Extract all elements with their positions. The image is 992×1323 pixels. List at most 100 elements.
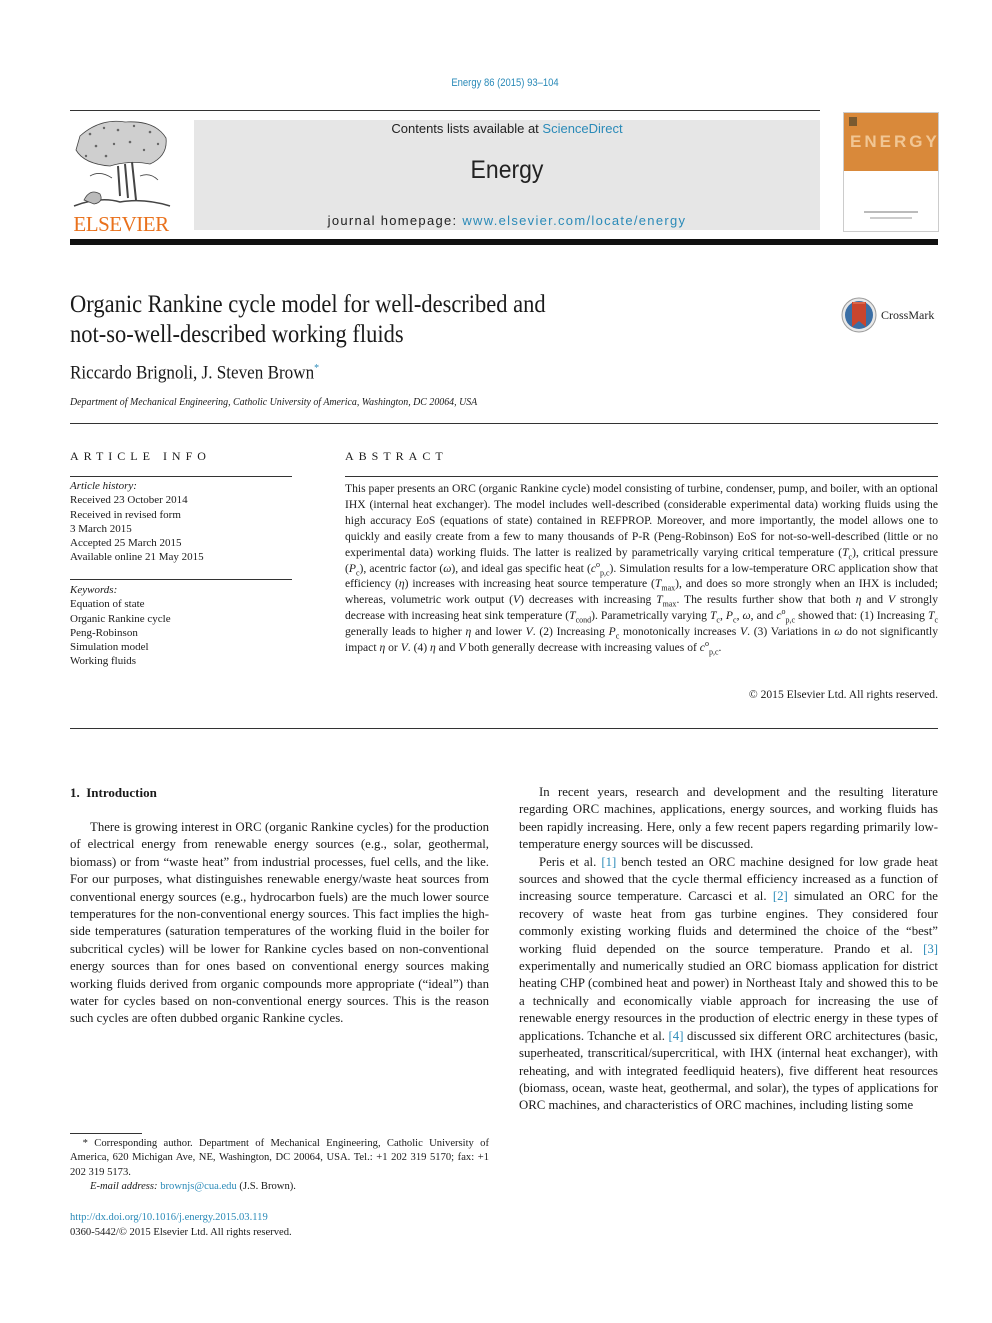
keyword: Simulation model [70, 641, 149, 654]
abstract-segment: showed that: (1) Increasing [795, 609, 928, 623]
contents-prefix: Contents lists available at [391, 121, 543, 136]
abstract-copyright: © 2015 Elsevier Ltd. All rights reserved… [748, 688, 938, 701]
cover-title: ENERGY [850, 132, 940, 151]
journal-citation[interactable]: Energy 86 (2015) 93–104 [71, 77, 940, 89]
keyword: Organic Rankine cycle [70, 612, 171, 625]
history-item: Accepted 25 March 2015 [70, 537, 182, 550]
history-item: 3 March 2015 [70, 522, 132, 535]
divider [70, 423, 938, 424]
math-symbol: P [348, 561, 356, 575]
article-history: Article history: Received 23 October 201… [70, 479, 300, 565]
abstract-segment: . [718, 641, 722, 655]
crossmark-button[interactable]: CrossMark [841, 297, 941, 335]
math-subscript: max [661, 583, 676, 593]
math-subscript: c [934, 615, 939, 625]
author-list: Riccardo Brignoli, J. Steven Brown* [70, 362, 319, 384]
section-title: Introduction [86, 785, 157, 800]
abstract-segment: ). Parametrically varying [591, 609, 710, 623]
abstract-segment: ) increases with increasing heat source … [404, 577, 655, 591]
email-line: E-mail address: brownjs@cua.edu (J.S. Br… [70, 1180, 489, 1194]
keywords-label: Keywords: [70, 584, 118, 596]
math-symbol: P [725, 609, 733, 623]
divider [70, 476, 292, 477]
author-names: Riccardo Brignoli, J. Steven Brown [70, 362, 315, 384]
paragraph: In recent years, research and developmen… [519, 785, 938, 852]
keywords: Keywords: Equation of state Organic Rank… [70, 583, 300, 669]
math-symbol: V [525, 625, 533, 639]
contents-line: Contents lists available at ScienceDirec… [194, 121, 820, 136]
abstract-segment: This paper presents an ORC (organic Rank… [345, 482, 938, 559]
journal-name: Energy [470, 156, 544, 184]
history-label: Article history: [70, 480, 137, 492]
abstract-segment: both generally decrease with increasing … [465, 641, 700, 655]
abstract-segment: ), and ideal gas specific heat ( [451, 561, 591, 575]
issn-line: 0360-5442/© 2015 Elsevier Ltd. All right… [70, 1227, 292, 1238]
email-link[interactable]: brownjs@cua.edu [160, 1181, 237, 1192]
history-item: Available online 21 May 2015 [70, 551, 204, 564]
elsevier-tree-icon [73, 120, 171, 207]
doi-link[interactable]: http://dx.doi.org/10.1016/j.energy.2015.… [70, 1212, 268, 1223]
abstract-segment: . The results further show that both [676, 593, 856, 607]
body-column-left: There is growing interest in ORC (organi… [70, 819, 489, 1028]
doi-block: http://dx.doi.org/10.1016/j.energy.2015.… [70, 1210, 489, 1240]
email-label: E-mail address: [90, 1181, 161, 1193]
history-item: Received 23 October 2014 [70, 494, 188, 507]
keyword: Peng-Robinson [70, 626, 138, 639]
math-subscript: p,c [785, 615, 796, 625]
math-subscript: cond [575, 615, 592, 625]
cover-footer-line [864, 211, 918, 213]
abstract-segment: , and [750, 609, 777, 623]
math-symbol: V [739, 625, 748, 639]
journal-cover-thumbnail[interactable]: ENERGY [843, 112, 939, 232]
math-symbol: V [400, 641, 408, 655]
reference-link[interactable]: [4] [669, 1029, 684, 1043]
history-item: Received in revised form [70, 508, 181, 521]
reference-link[interactable]: [1] [601, 855, 616, 869]
footnote-text: Corresponding author. Department of Mech… [70, 1138, 489, 1178]
abstract-text: This paper presents an ORC (organic Rank… [345, 481, 938, 656]
abstract-segment: . (2) Increasing [532, 625, 609, 639]
abstract-segment: . (4) [407, 641, 430, 655]
paragraph: There is growing interest in ORC (organi… [70, 820, 489, 1026]
math-subscript: p,c [708, 647, 719, 657]
homepage-line: journal homepage: www.elsevier.com/locat… [194, 213, 820, 228]
email-suffix: (J.S. Brown). [236, 1181, 296, 1193]
article-title-line: not-so-well-described working fluids [70, 321, 404, 348]
text-segment: Peris et al. [539, 854, 602, 869]
abstract-segment: ), acentric factor ( [359, 561, 444, 575]
corresponding-author-marker[interactable]: * [314, 362, 319, 374]
abstract-segment: and [861, 593, 888, 607]
math-subscript: p,c [599, 567, 610, 577]
divider [70, 579, 292, 580]
article-title: Organic Rankine cycle model for well-des… [70, 290, 700, 350]
elsevier-wordmark: ELSEVIER [73, 212, 169, 236]
homepage-prefix: journal homepage: [327, 213, 463, 228]
homepage-link[interactable]: www.elsevier.com/locate/energy [462, 213, 686, 228]
section-heading: 1. Introduction [70, 785, 157, 801]
cover-footer-line [870, 217, 912, 219]
paragraph: Peris et al. [1] bench tested an ORC mac… [519, 854, 938, 1115]
divider [70, 728, 938, 729]
elsevier-logo[interactable]: ELSEVIER [70, 116, 172, 236]
corresponding-author-note: * Corresponding author. Department of Me… [70, 1137, 489, 1180]
body-column-right: In recent years, research and developmen… [519, 784, 938, 1115]
crossmark-label: CrossMark [881, 308, 935, 322]
reference-link[interactable]: [3] [923, 942, 938, 956]
reference-link[interactable]: [2] [773, 889, 788, 903]
math-subscript: max [662, 599, 677, 609]
cover-publisher-badge [849, 117, 857, 126]
abstract-segment: monotonically increases [619, 625, 740, 639]
abstract-segment: and lower [471, 625, 526, 639]
abstract-heading: ABSTRACT [345, 449, 448, 463]
sciencedirect-link[interactable]: ScienceDirect [542, 121, 622, 136]
math-symbol: P [608, 625, 616, 639]
divider [345, 476, 938, 477]
abstract-segment: ) decreases with increasing [520, 593, 657, 607]
keyword: Working fluids [70, 655, 137, 668]
abstract-segment: . (3) Variations in [747, 625, 835, 639]
abstract-segment: and [435, 641, 459, 655]
header-thick-rule [70, 239, 938, 245]
keyword: Equation of state [70, 598, 145, 611]
article-title-line: Organic Rankine cycle model for well-des… [70, 291, 546, 318]
math-symbol: ω [742, 609, 751, 623]
